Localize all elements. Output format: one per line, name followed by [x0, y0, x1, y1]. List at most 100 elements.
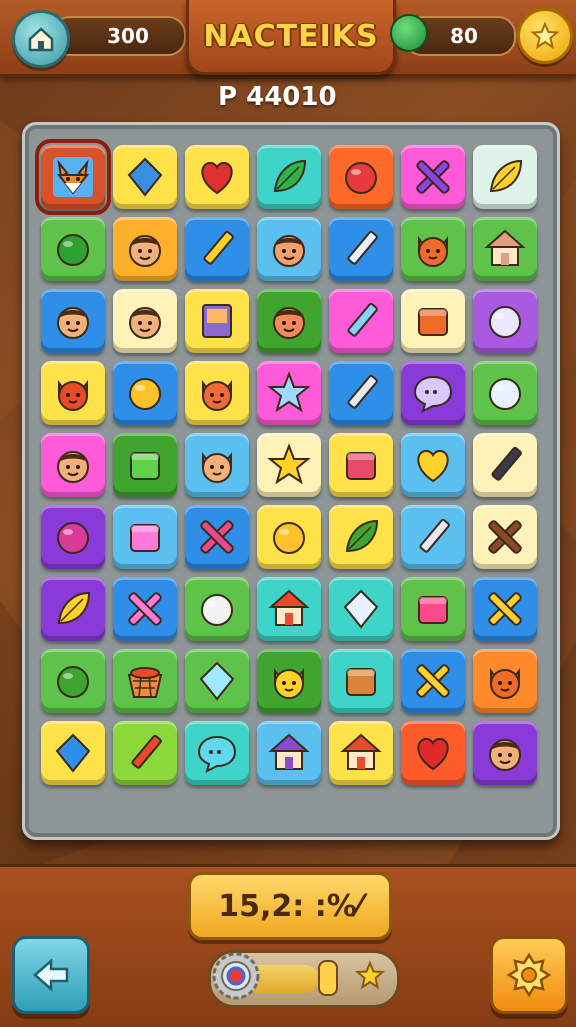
- tile-pencil[interactable]: [329, 289, 393, 353]
- tile-star[interactable]: [257, 433, 321, 497]
- tile-cat-face[interactable]: [41, 361, 105, 425]
- tile-circle[interactable]: [41, 649, 105, 713]
- tile-house[interactable]: [257, 721, 321, 785]
- face-icon: [129, 307, 161, 339]
- tile-book[interactable]: [185, 289, 249, 353]
- progress-knob[interactable]: [318, 960, 338, 996]
- tile-cross[interactable]: [473, 505, 537, 569]
- heart-icon: [417, 737, 449, 771]
- tile-house[interactable]: [473, 217, 537, 281]
- tile-box[interactable]: [329, 433, 393, 497]
- face-icon: [273, 307, 305, 339]
- tile-cross[interactable]: [473, 577, 537, 641]
- box-icon: [130, 452, 160, 480]
- pencil-icon: [347, 374, 378, 409]
- tile-diamond[interactable]: [113, 145, 177, 209]
- tile-cross[interactable]: [401, 145, 465, 209]
- tile-face[interactable]: [257, 289, 321, 353]
- tile-pencil[interactable]: [401, 505, 465, 569]
- circle-icon: [201, 594, 233, 626]
- heart-icon: [201, 161, 233, 195]
- tile-cat-face[interactable]: [473, 649, 537, 713]
- timer-display: 15,2: :%⁄: [188, 872, 392, 940]
- circle-icon: [57, 666, 89, 698]
- face-icon: [57, 307, 89, 339]
- box-icon: [346, 668, 376, 696]
- tile-bubble[interactable]: [401, 361, 465, 425]
- tile-diamond[interactable]: [329, 577, 393, 641]
- tile-box[interactable]: [113, 505, 177, 569]
- tile-circle[interactable]: [41, 505, 105, 569]
- tile-pencil[interactable]: [329, 361, 393, 425]
- tile-circle[interactable]: [473, 361, 537, 425]
- tile-face[interactable]: [257, 217, 321, 281]
- tile-face[interactable]: [41, 289, 105, 353]
- box-icon: [418, 308, 448, 336]
- back-button[interactable]: [12, 936, 90, 1014]
- diamond-icon: [55, 733, 91, 773]
- box-icon: [130, 524, 160, 552]
- tile-fox-face[interactable]: [35, 139, 111, 215]
- leaf-icon: [57, 591, 91, 625]
- tile-face[interactable]: [41, 433, 105, 497]
- tile-pencil[interactable]: [473, 433, 537, 497]
- diamond-icon: [343, 589, 379, 629]
- tile-pencil[interactable]: [329, 217, 393, 281]
- tile-face[interactable]: [473, 721, 537, 785]
- tile-circle[interactable]: [473, 289, 537, 353]
- tile-box[interactable]: [401, 577, 465, 641]
- tile-basket[interactable]: [113, 649, 177, 713]
- tile-leaf[interactable]: [41, 577, 105, 641]
- pencil-icon: [419, 518, 450, 553]
- pencil-icon: [131, 734, 162, 769]
- cross-icon: [200, 520, 234, 554]
- tile-circle[interactable]: [113, 361, 177, 425]
- tile-heart[interactable]: [401, 721, 465, 785]
- tile-box[interactable]: [113, 433, 177, 497]
- face-icon: [129, 235, 161, 267]
- tile-circle[interactable]: [41, 217, 105, 281]
- tile-house[interactable]: [257, 577, 321, 641]
- tile-bubble[interactable]: [185, 721, 249, 785]
- tile-heart[interactable]: [185, 145, 249, 209]
- tile-cat-face[interactable]: [185, 361, 249, 425]
- tile-cat-face[interactable]: [185, 433, 249, 497]
- diamond-icon: [127, 157, 163, 197]
- tile-pencil[interactable]: [113, 721, 177, 785]
- tile-cat-face[interactable]: [257, 649, 321, 713]
- tile-cat-face[interactable]: [401, 217, 465, 281]
- bubble-icon: [197, 735, 237, 773]
- tile-diamond[interactable]: [41, 721, 105, 785]
- pencil-icon: [347, 230, 378, 265]
- tile-box[interactable]: [401, 289, 465, 353]
- circle-icon: [345, 162, 377, 194]
- tile-circle[interactable]: [329, 145, 393, 209]
- tile-face[interactable]: [113, 289, 177, 353]
- tile-cross[interactable]: [185, 505, 249, 569]
- tile-pencil[interactable]: [185, 217, 249, 281]
- settings-button[interactable]: [490, 936, 568, 1014]
- tile-leaf[interactable]: [329, 505, 393, 569]
- tile-circle[interactable]: [257, 505, 321, 569]
- tile-house[interactable]: [329, 721, 393, 785]
- tile-cross[interactable]: [113, 577, 177, 641]
- pencil-icon: [347, 302, 378, 337]
- tile-star[interactable]: [257, 361, 321, 425]
- tile-circle[interactable]: [185, 577, 249, 641]
- heart-icon: [417, 449, 449, 483]
- tile-cross[interactable]: [401, 649, 465, 713]
- tile-diamond[interactable]: [185, 649, 249, 713]
- circle-icon: [489, 378, 521, 410]
- cross-icon: [488, 592, 522, 626]
- circle-icon: [129, 378, 161, 410]
- face-icon: [57, 451, 89, 483]
- tile-leaf[interactable]: [257, 145, 321, 209]
- tile-face[interactable]: [113, 217, 177, 281]
- tile-heart[interactable]: [401, 433, 465, 497]
- house-icon: [484, 229, 526, 266]
- cross-icon: [128, 592, 162, 626]
- tile-leaf[interactable]: [473, 145, 537, 209]
- tile-box[interactable]: [329, 649, 393, 713]
- house-icon: [268, 733, 310, 770]
- cat-face-icon: [274, 668, 304, 699]
